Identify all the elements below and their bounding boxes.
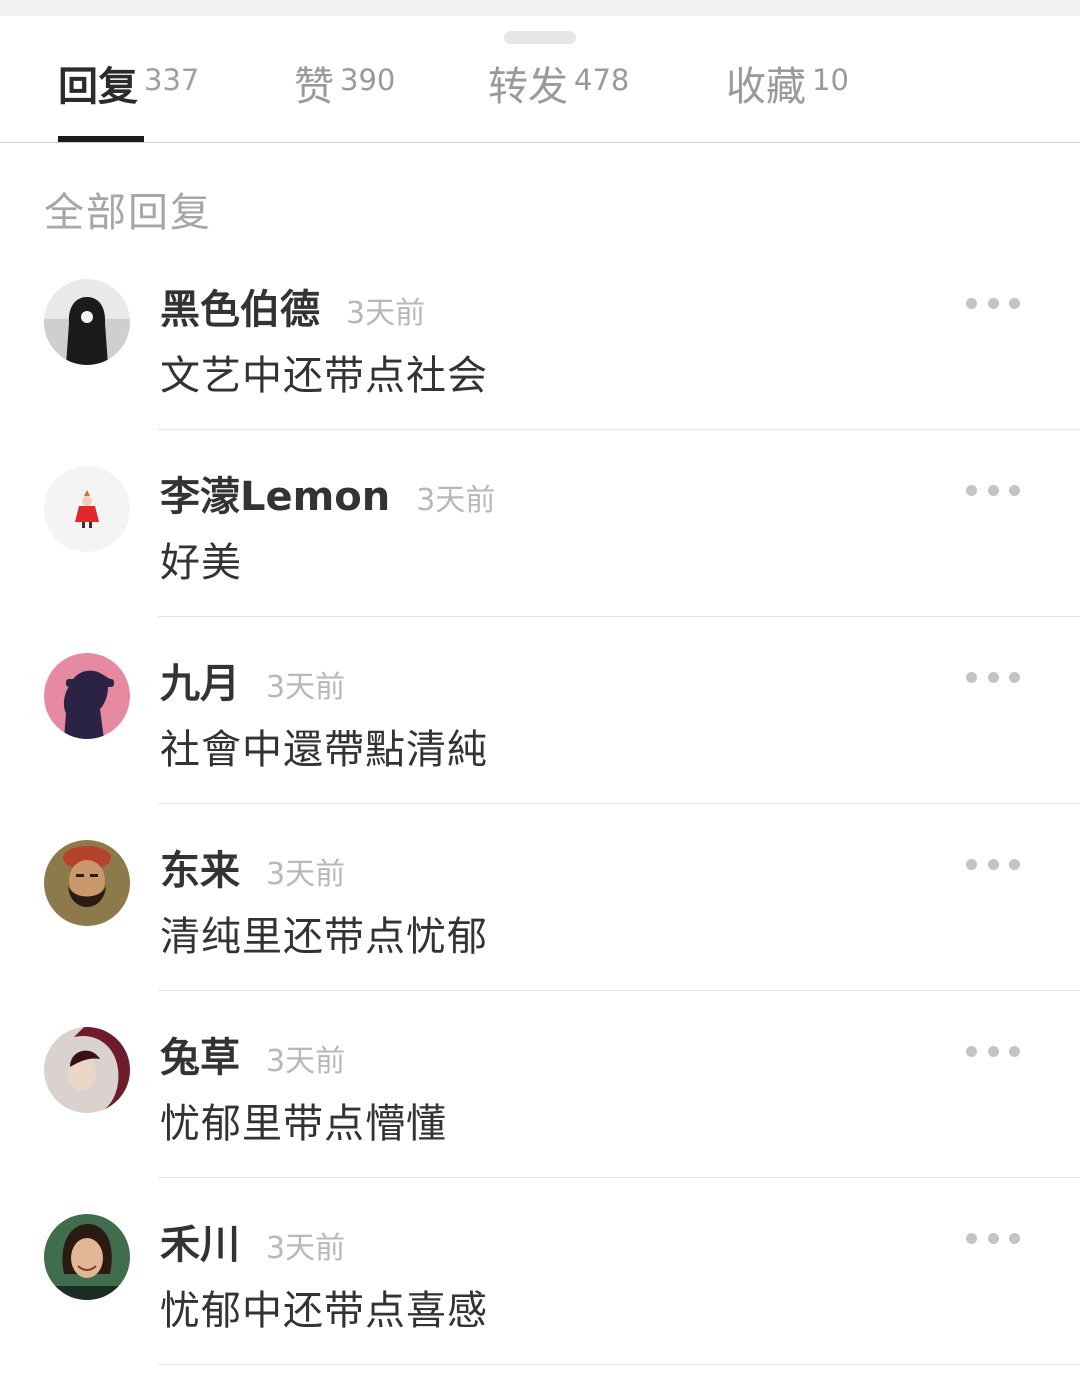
timestamp: 3天前 xyxy=(266,1044,346,1079)
more-dots-icon[interactable] xyxy=(966,1043,1020,1059)
reply-item: 黑色伯德 3天前 文艺中还带点社会 xyxy=(0,243,1080,430)
tab-count: 390 xyxy=(340,63,396,97)
tab-favorites[interactable]: 收藏 10 xyxy=(726,54,849,114)
top-band xyxy=(0,0,1080,16)
bearded-man-avatar[interactable] xyxy=(44,840,130,926)
reply-content: 忧郁中还带点喜感 xyxy=(160,1288,488,1334)
username[interactable]: 李濛Lemon xyxy=(160,474,390,520)
tab-replies[interactable]: 回复 337 xyxy=(58,54,199,114)
reply-item: 九月 3天前 社會中還帶點清純 xyxy=(0,617,1080,804)
reply-content: 文艺中还带点社会 xyxy=(160,353,488,399)
reply-content: 忧郁里带点懵懂 xyxy=(160,1101,447,1147)
reply-content: 好美 xyxy=(160,540,242,586)
tab-label: 收藏 xyxy=(726,64,806,110)
girl-portrait-avatar[interactable] xyxy=(44,1027,130,1113)
tab-likes[interactable]: 赞 390 xyxy=(294,54,395,114)
timestamp: 3天前 xyxy=(416,483,496,518)
little-my-avatar[interactable] xyxy=(44,466,130,552)
more-dots-icon[interactable] xyxy=(966,669,1020,685)
more-dots-icon[interactable] xyxy=(966,482,1020,498)
smiling-woman-avatar[interactable] xyxy=(44,1214,130,1300)
reply-item: 李濛Lemon 3天前 好美 xyxy=(0,430,1080,617)
silhouette-avatar[interactable] xyxy=(44,653,130,739)
username[interactable]: 黑色伯德 xyxy=(160,287,320,333)
timestamp: 3天前 xyxy=(346,296,426,331)
section-title: 全部回复 xyxy=(44,190,212,236)
reply-item: 兔草 3天前 忧郁里带点懵懂 xyxy=(0,991,1080,1178)
tab-count: 337 xyxy=(144,63,200,97)
reply-header: 兔草 3天前 xyxy=(160,1025,345,1081)
reply-item: 禾川 3天前 忧郁中还带点喜感 xyxy=(0,1178,1080,1365)
reply-list: 黑色伯德 3天前 文艺中还带点社会 李濛Lemon 3天前 好美 九月 3天前 … xyxy=(0,243,1080,1365)
more-dots-icon[interactable] xyxy=(966,1230,1020,1246)
timestamp: 3天前 xyxy=(266,1231,346,1266)
username[interactable]: 兔草 xyxy=(160,1035,240,1081)
divider xyxy=(158,1364,1080,1365)
username[interactable]: 九月 xyxy=(160,661,240,707)
tab-reposts[interactable]: 转发 478 xyxy=(488,54,629,114)
tab-count: 478 xyxy=(574,63,630,97)
timestamp: 3天前 xyxy=(266,857,346,892)
more-dots-icon[interactable] xyxy=(966,856,1020,872)
hooded-figure-avatar[interactable] xyxy=(44,279,130,365)
tab-count: 10 xyxy=(812,63,849,97)
tabs-divider xyxy=(0,142,1080,143)
username[interactable]: 东来 xyxy=(160,848,240,894)
reply-content: 清纯里还带点忧郁 xyxy=(160,914,488,960)
reply-header: 禾川 3天前 xyxy=(160,1212,345,1268)
username[interactable]: 禾川 xyxy=(160,1222,240,1268)
tab-label: 赞 xyxy=(294,64,334,110)
tab-label: 回复 xyxy=(58,64,138,110)
reply-item: 东来 3天前 清纯里还带点忧郁 xyxy=(0,804,1080,991)
tab-bar: 回复 337 赞 390 转发 478 收藏 10 xyxy=(0,16,1080,142)
reply-header: 黑色伯德 3天前 xyxy=(160,277,425,333)
reply-header: 东来 3天前 xyxy=(160,838,345,894)
more-dots-icon[interactable] xyxy=(966,295,1020,311)
reply-header: 李濛Lemon 3天前 xyxy=(160,464,495,520)
reply-header: 九月 3天前 xyxy=(160,651,345,707)
timestamp: 3天前 xyxy=(266,670,346,705)
tab-label: 转发 xyxy=(488,64,568,110)
reply-content: 社會中還帶點清純 xyxy=(160,727,488,773)
